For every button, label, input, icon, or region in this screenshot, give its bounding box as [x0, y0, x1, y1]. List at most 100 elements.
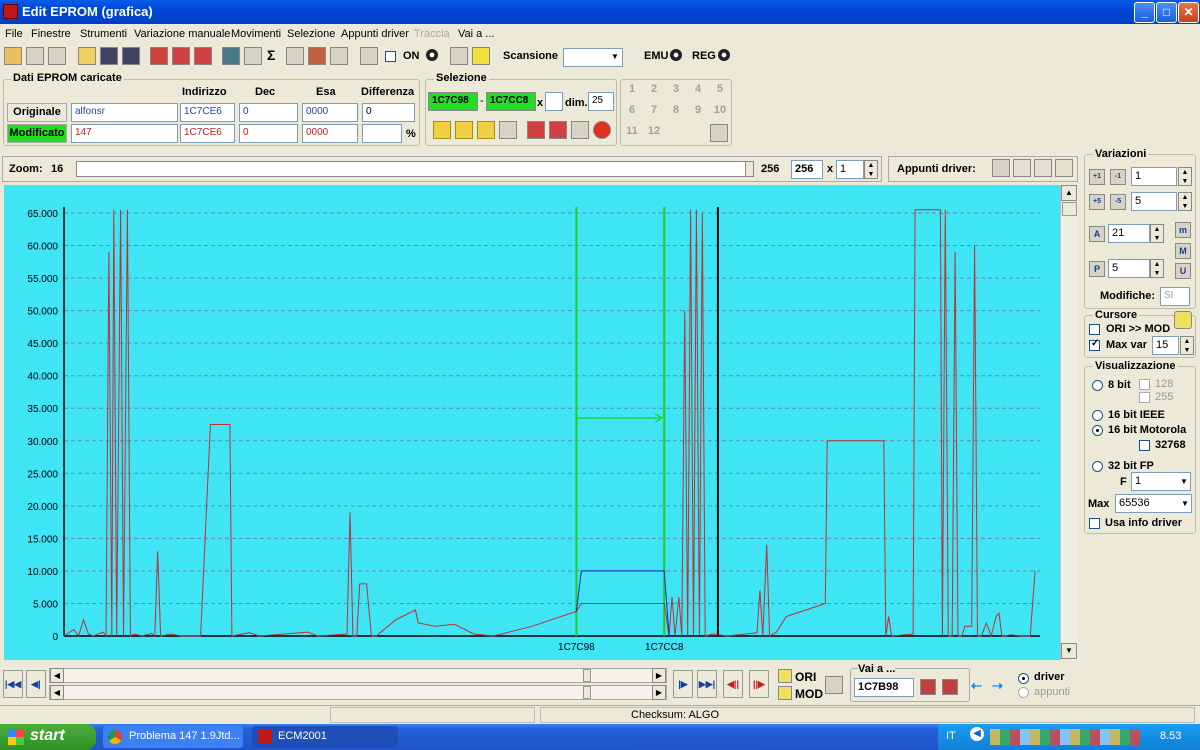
clip-clear-icon[interactable]	[1055, 159, 1073, 177]
maximize-button[interactable]: □	[1156, 2, 1177, 23]
radio-driver[interactable]	[1018, 673, 1029, 684]
goto-prev-icon[interactable]	[920, 679, 936, 695]
zoom-spinner[interactable]: ▲ ▼	[864, 160, 878, 179]
select-end-icon[interactable]	[477, 121, 495, 139]
modified-name-field[interactable]: 147	[71, 124, 178, 143]
compare-icon[interactable]	[172, 47, 190, 65]
check-32768[interactable]	[1139, 440, 1150, 451]
select-start-icon[interactable]	[433, 121, 451, 139]
save-icon[interactable]	[100, 47, 118, 65]
var2-field[interactable]: 5	[1131, 192, 1177, 211]
checklist-icon[interactable]	[150, 47, 168, 65]
numpad-10[interactable]: 10	[710, 101, 730, 120]
chart-area[interactable]: 0 5.000 10.000 15.000 20.000 25.000 30.000 35.0…	[4, 185, 1060, 660]
modified-address-field[interactable]: 1C7CE6	[180, 124, 235, 143]
scroll-down-icon[interactable]: ▼	[1061, 643, 1077, 659]
plus1-button[interactable]: +1	[1089, 169, 1105, 185]
ori-mod-checkbox[interactable]	[1089, 324, 1100, 335]
numpad-6[interactable]: 6	[622, 101, 642, 120]
zoom-slider[interactable]	[76, 161, 754, 177]
m-big-button[interactable]: M	[1175, 243, 1191, 259]
lock-icon[interactable]	[450, 47, 468, 65]
modified-hex-field[interactable]: 0000	[302, 124, 358, 143]
modified-button[interactable]: Modificato	[7, 124, 67, 143]
numpad-1[interactable]: 1	[622, 80, 642, 99]
edit-icon[interactable]	[244, 47, 262, 65]
sigma-icon[interactable]: Σ	[267, 47, 275, 63]
open-folder-icon[interactable]	[78, 47, 96, 65]
windows-icon[interactable]	[26, 47, 44, 65]
menu-selezione[interactable]: Selezione	[287, 28, 335, 40]
prev-change-icon[interactable]: ◀||	[723, 670, 743, 698]
original-diff-field[interactable]: 0	[362, 103, 415, 122]
p-button[interactable]: P	[1089, 261, 1105, 277]
radio-16bit-motorola[interactable]	[1092, 425, 1103, 436]
menu-vai-a[interactable]: Vai a ...	[458, 28, 494, 40]
goto-next-icon[interactable]	[942, 679, 958, 695]
original-button[interactable]: Originale	[7, 103, 67, 122]
var2-spinner[interactable]: ▲ ▼	[1178, 192, 1192, 211]
var4-field[interactable]: 5	[1108, 259, 1150, 278]
move-right-icon[interactable]: ⇢	[992, 678, 1003, 694]
original-hex-field[interactable]: 0000	[302, 103, 358, 122]
numpad-7[interactable]: 7	[644, 101, 664, 120]
check-255[interactable]	[1139, 392, 1150, 403]
language-indicator[interactable]: IT	[946, 730, 956, 742]
mod-label[interactable]: MOD	[795, 687, 823, 701]
tray-icons[interactable]	[990, 729, 1140, 745]
compare-view-icon[interactable]	[825, 676, 843, 694]
next-change-icon[interactable]: ||▶	[749, 670, 769, 698]
book-icon[interactable]	[222, 47, 240, 65]
modified-dec-field[interactable]: 0	[239, 124, 298, 143]
selection-to-field[interactable]: 1C7CC8	[486, 92, 536, 111]
radio-8bit[interactable]	[1092, 380, 1103, 391]
scroll-left-icon[interactable]: ◀	[50, 685, 64, 700]
hscroll-bottom[interactable]: ◀ ▶	[49, 685, 667, 700]
first-page-icon[interactable]: |◀◀	[3, 670, 23, 698]
ori-lock-icon[interactable]	[778, 669, 792, 683]
menu-finestre[interactable]: Finestre	[31, 28, 71, 40]
clip-cut-icon[interactable]	[1034, 159, 1052, 177]
save-as-icon[interactable]	[122, 47, 140, 65]
numpad-8[interactable]: 8	[666, 101, 686, 120]
on-checkbox[interactable]	[385, 51, 396, 62]
undo-icon[interactable]	[593, 121, 611, 139]
hscroll-top-thumb[interactable]	[583, 669, 591, 682]
zoom-field[interactable]: 256	[791, 160, 823, 179]
hscroll-bottom-thumb[interactable]	[583, 686, 591, 699]
radio-32bit-fp[interactable]	[1092, 461, 1103, 472]
menu-variazione-manuale[interactable]: Variazione manuale	[134, 28, 230, 40]
vai-a-field[interactable]: 1C7B98	[854, 678, 914, 697]
numpad-tool-icon[interactable]	[710, 124, 728, 142]
radio-appunti[interactable]	[1018, 687, 1029, 698]
close-button[interactable]: ✕	[1178, 2, 1199, 23]
text-tool-icon[interactable]	[360, 47, 378, 65]
ori-label[interactable]: ORI	[795, 670, 816, 684]
modified-diff-field[interactable]	[362, 124, 402, 143]
copy-selection-icon[interactable]	[527, 121, 545, 139]
clip-paste-icon[interactable]	[1013, 159, 1031, 177]
tray-expand-icon[interactable]: ◀	[970, 727, 984, 741]
max-var-checkbox[interactable]	[1089, 338, 1100, 351]
numpad-3[interactable]: 3	[666, 80, 686, 99]
numpad-11[interactable]: 11	[622, 122, 642, 141]
chart-icon[interactable]	[330, 47, 348, 65]
minus5-button[interactable]: -5	[1110, 194, 1126, 210]
selection-x-field[interactable]	[545, 92, 563, 111]
check-128[interactable]	[1139, 379, 1150, 390]
numpad-9[interactable]: 9	[688, 101, 708, 120]
scroll-right-icon[interactable]: ▶	[652, 685, 666, 700]
var3-field[interactable]: 21	[1108, 224, 1150, 243]
m-small-button[interactable]: m	[1175, 222, 1191, 238]
u-button[interactable]: U	[1175, 263, 1191, 279]
radio-16bit-ieee[interactable]	[1092, 410, 1103, 421]
move-left-icon[interactable]: ⇠	[971, 678, 982, 694]
minimize-button[interactable]: _	[1134, 2, 1155, 23]
chart-vertical-scrollbar[interactable]: ▲ ▼	[1060, 185, 1078, 660]
export-icon[interactable]	[308, 47, 326, 65]
numpad-4[interactable]: 4	[688, 80, 708, 99]
print-icon[interactable]	[286, 47, 304, 65]
minus1-button[interactable]: -1	[1110, 169, 1126, 185]
paste-selection-icon[interactable]	[549, 121, 567, 139]
usa-info-checkbox[interactable]	[1089, 518, 1100, 529]
